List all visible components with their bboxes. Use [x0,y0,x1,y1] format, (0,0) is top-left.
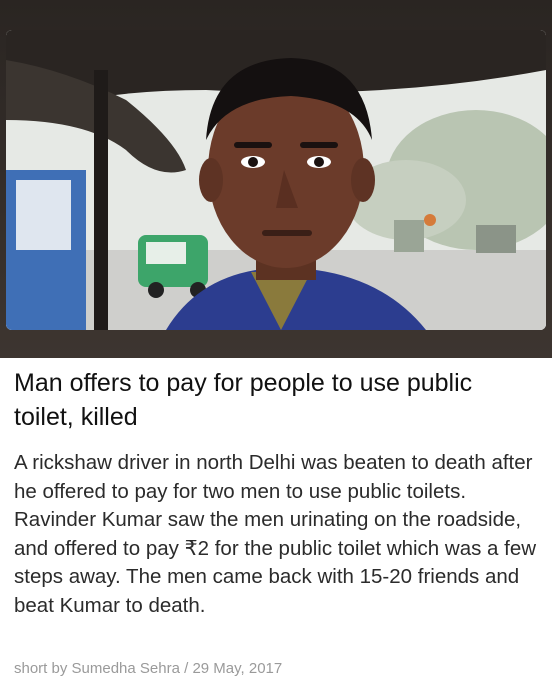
article-summary: A rickshaw driver in north Delhi was bea… [14,451,537,617]
news-card[interactable]: Man offers to pay for people to use publ… [0,0,552,696]
article-byline: short by Sumedha Sehra / 29 May, 2017 [14,660,282,677]
author-name[interactable]: Sumedha Sehra [72,660,180,677]
byline-prefix: short by [14,660,68,677]
portrait-illustration [6,30,546,330]
article-photo[interactable] [6,30,546,330]
byline-separator: / [184,660,189,677]
photo-frame [0,0,552,358]
article-headline[interactable]: Man offers to pay for people to use publ… [14,366,534,434]
publish-date: 29 May, 2017 [192,660,283,677]
